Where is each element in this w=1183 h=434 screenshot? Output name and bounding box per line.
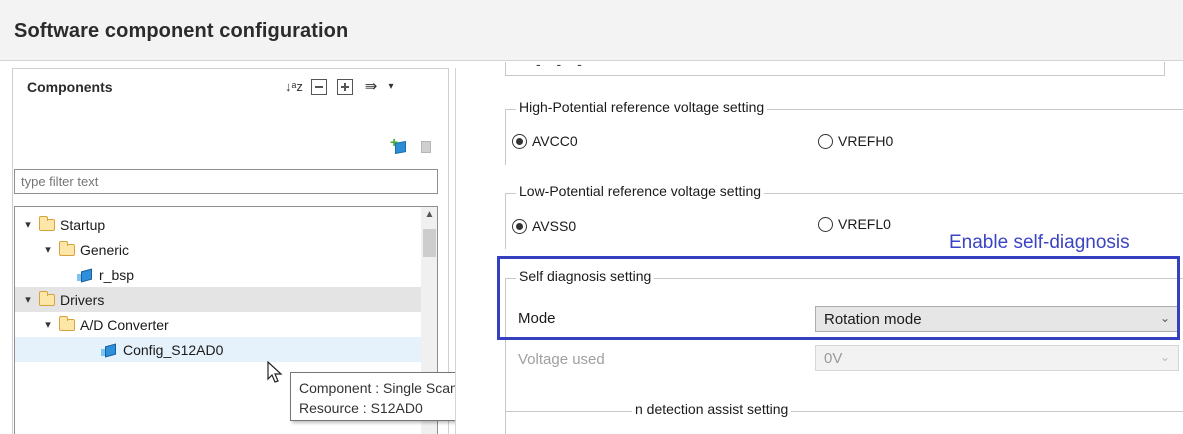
- collapse-all-icon[interactable]: [311, 79, 327, 95]
- detection-assist-group: n detection assist setting: [505, 401, 1183, 434]
- chevron-down-icon[interactable]: ▾: [21, 293, 35, 306]
- clipped-text: - - -: [536, 62, 588, 72]
- radio-selected-icon[interactable]: [512, 133, 527, 149]
- select-value: 0V: [824, 349, 843, 367]
- component-actions: +: [390, 134, 433, 155]
- tree-item-startup[interactable]: ▾ Startup: [15, 212, 407, 237]
- group-title: n detection assist setting: [632, 401, 792, 417]
- tree-item-generic[interactable]: ▾ Generic: [15, 237, 407, 262]
- components-toolbar: ↓ᵃz ⇛ ▾: [285, 79, 399, 95]
- tree-item-drivers[interactable]: ▾ Drivers: [15, 287, 421, 312]
- filter-input[interactable]: [14, 169, 438, 194]
- tree-item-config-s12ad0[interactable]: Config_S12AD0: [15, 337, 421, 362]
- radio-vrefl0[interactable]: VREFL0: [818, 216, 891, 232]
- component-icon: [77, 267, 94, 283]
- radio-avss0[interactable]: AVSS0: [512, 218, 576, 234]
- tree-item-label: A/D Converter: [80, 316, 169, 333]
- voltage-used-label: Voltage used: [518, 351, 605, 368]
- mouse-pointer-icon: [267, 361, 283, 383]
- component-icon: [101, 342, 118, 358]
- view-menu-icon[interactable]: ⇛: [363, 79, 379, 95]
- tree-item-label: Drivers: [60, 291, 105, 308]
- tree-item-label: r_bsp: [99, 266, 135, 283]
- folder-icon: [39, 215, 55, 231]
- annotation-highlight-box: [497, 256, 1180, 340]
- radio-avcc0[interactable]: AVCC0: [512, 133, 578, 149]
- chevron-down-icon[interactable]: ▾: [383, 79, 399, 95]
- add-component-icon[interactable]: +: [390, 134, 409, 155]
- high-potential-group: High-Potential reference voltage setting…: [505, 99, 1183, 165]
- chevron-up-icon[interactable]: ▲: [421, 209, 437, 223]
- page-title: Software component configuration: [14, 20, 349, 42]
- group-title: Low-Potential reference voltage setting: [516, 183, 765, 199]
- folder-icon: [59, 240, 75, 256]
- chevron-down-icon[interactable]: ▾: [21, 218, 35, 231]
- remove-component-icon[interactable]: [419, 137, 433, 155]
- voltage-used-select: 0V ⌄: [815, 345, 1179, 371]
- folder-icon: [39, 290, 55, 306]
- radio-unselected-icon[interactable]: [818, 133, 833, 149]
- radio-vrefh0[interactable]: VREFH0: [818, 133, 893, 149]
- tree-item-label: Startup: [60, 216, 106, 233]
- scroll-thumb[interactable]: [423, 229, 436, 257]
- radio-label: VREFH0: [838, 133, 894, 149]
- radio-unselected-icon[interactable]: [818, 216, 833, 232]
- chevron-down-icon[interactable]: ▾: [41, 243, 55, 256]
- radio-label: VREFL0: [838, 216, 891, 232]
- tree-item-r-bsp[interactable]: r_bsp: [15, 262, 407, 287]
- chevron-down-icon[interactable]: ▾: [41, 318, 55, 331]
- tree-item-ad-converter[interactable]: ▾ A/D Converter: [15, 312, 407, 337]
- radio-selected-icon[interactable]: [512, 218, 527, 234]
- tree-item-label: Config_S12AD0: [123, 341, 224, 358]
- folder-icon: [59, 315, 75, 331]
- radio-label: AVCC0: [532, 133, 578, 149]
- window-header: Software component configuration: [0, 0, 1183, 61]
- radio-label: AVSS0: [532, 218, 577, 234]
- components-title: Components: [27, 79, 113, 95]
- expand-all-icon[interactable]: [337, 79, 353, 95]
- tree-item-label: Generic: [80, 241, 130, 258]
- chevron-down-icon: ⌄: [1159, 350, 1170, 364]
- clipped-group: - - -: [505, 62, 1165, 76]
- annotation-label: Enable self-diagnosis: [949, 232, 1130, 253]
- group-title: High-Potential reference voltage setting: [516, 99, 768, 115]
- sort-alpha-icon[interactable]: ↓ᵃz: [285, 79, 303, 95]
